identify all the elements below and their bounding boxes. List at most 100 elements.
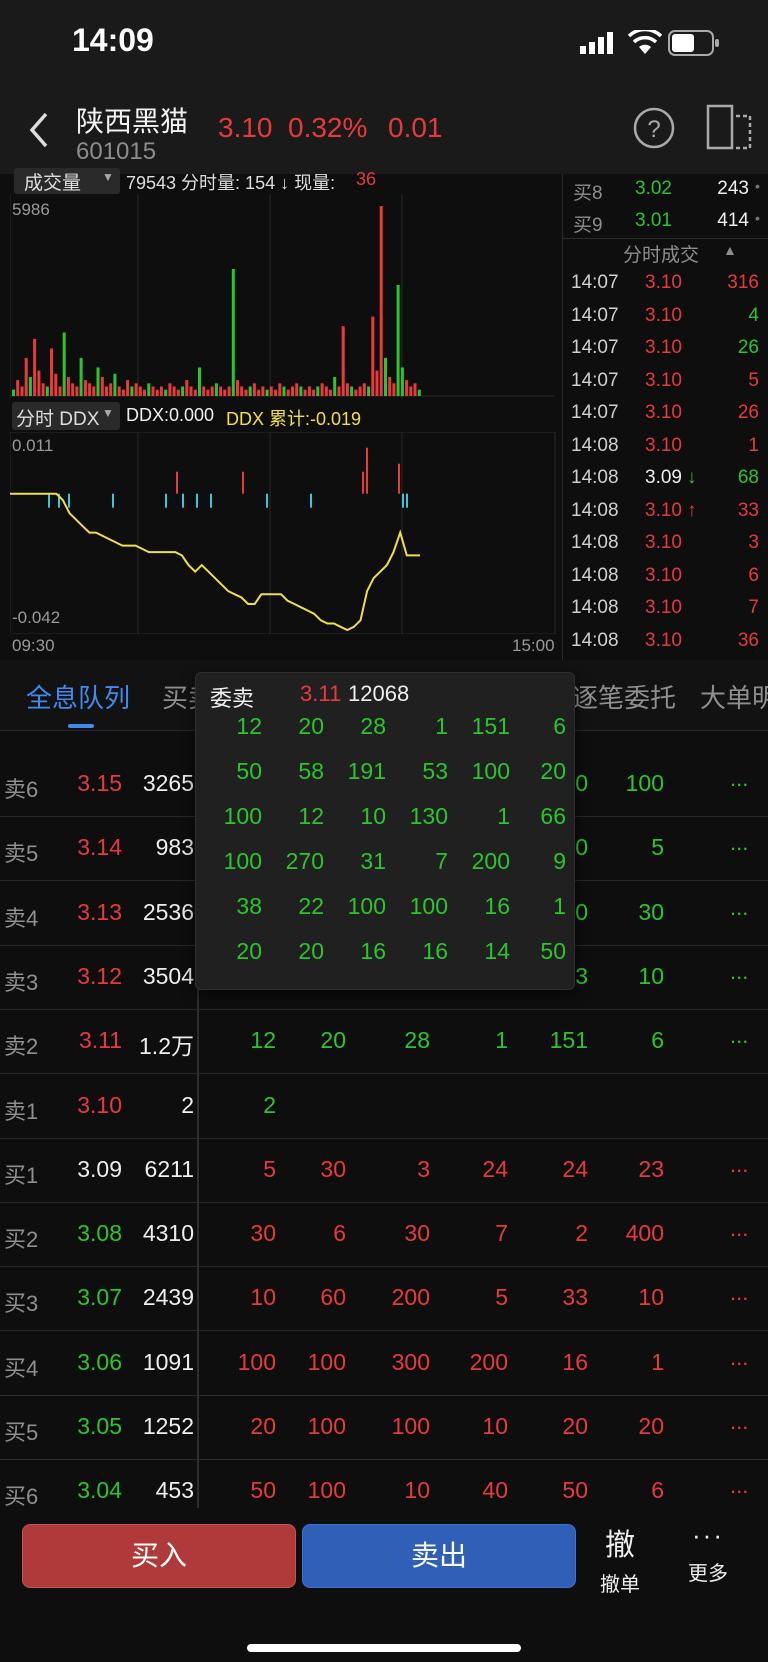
volume-bar: [41, 383, 45, 396]
volume-bar: [400, 367, 404, 396]
popup-order-size: 20: [298, 713, 324, 739]
popup-order-size: 6: [553, 713, 566, 739]
volume-info: 79543 分时量: 154 ↓ 现量:: [126, 173, 336, 193]
trade-time: 14:08: [571, 467, 619, 488]
queue-volume: 983: [155, 834, 194, 861]
cancel-order-button[interactable]: 撤 撤单: [590, 1520, 650, 1600]
popup-order-size: 50: [236, 758, 262, 784]
divider: [0, 1073, 768, 1075]
queue-order-size: 20: [562, 1413, 588, 1439]
volume-bar: [413, 383, 417, 396]
trade-time: 14:08: [571, 629, 619, 651]
popup-volume: 12068: [348, 681, 410, 706]
more-dots-icon[interactable]: ...: [730, 1345, 748, 1371]
queue-order-size: 12: [250, 1027, 276, 1054]
queue-order-size: 40: [482, 1477, 508, 1504]
tab-big-orders[interactable]: 大单明: [700, 678, 768, 715]
volume-bar: [291, 386, 294, 396]
volume-bar: [299, 386, 303, 396]
more-dots-icon[interactable]: ...: [730, 1280, 748, 1306]
help-icon[interactable]: ?: [632, 106, 676, 150]
ddx-bar: [176, 471, 178, 494]
more-dots-icon[interactable]: ...: [730, 1152, 748, 1178]
order-book-volume: 414: [717, 210, 749, 231]
trade-time: 14:08: [571, 564, 619, 586]
queue-order-size: 3: [417, 1155, 430, 1182]
queue-order-size: 28: [404, 1027, 430, 1054]
queue-level-label: 买6: [4, 1484, 39, 1510]
volume-bar: [219, 386, 223, 396]
volume-bar: [307, 386, 311, 396]
trade-price: 3.10: [645, 532, 682, 553]
queue-row[interactable]: 买2 3.08 4310 30 6 30 7 2 400...: [0, 1204, 768, 1268]
tab-full-queue[interactable]: 全息队列: [26, 678, 130, 715]
queue-row[interactable]: 卖2 3.11 1.2万 12 20 28 1 151 6...: [0, 1011, 768, 1075]
back-chevron-icon[interactable]: [24, 110, 54, 150]
queue-volume: 6211: [144, 1155, 194, 1182]
trade-volume: 33: [737, 499, 759, 521]
buy-button[interactable]: 买入: [22, 1524, 296, 1588]
queue-order-size: 10: [638, 962, 664, 989]
ddx-bar: [242, 471, 244, 494]
chart-area[interactable]: 成交量 ▼ 79543 分时量: 154 ↓ 现量: 36 5986 分时 DD…: [0, 168, 560, 660]
sell-queue-popup[interactable]: 委卖 3.11 12068 12 20 28 1 151 6 50 58 191 53 100 20 1…: [195, 672, 575, 990]
queue-row[interactable]: 买4 3.06 1091 100 100 300 200 16 1...: [0, 1333, 768, 1397]
ddx-indicator-select[interactable]: 分时 DDX ▼: [12, 402, 120, 430]
more-dots-icon[interactable]: ...: [730, 1409, 748, 1435]
queue-level-label: 买3: [4, 1291, 39, 1317]
volume-bar: [37, 370, 41, 396]
sell-button[interactable]: 卖出: [302, 1524, 576, 1588]
more-dots-icon[interactable]: ...: [730, 1023, 748, 1049]
volume-bar: [384, 357, 387, 396]
queue-row[interactable]: 卖1 3.10 2 2: [0, 1076, 768, 1140]
queue-row[interactable]: 买5 3.05 1252 20 100 100 10 20 20...: [0, 1397, 768, 1461]
more-button[interactable]: ··· 更多: [678, 1520, 738, 1600]
more-dots-icon[interactable]: ...: [730, 766, 748, 792]
queue-order-size: 60: [320, 1284, 346, 1311]
more-dots-icon[interactable]: ...: [730, 895, 748, 921]
ddx-bar: [68, 493, 70, 508]
dropdown-caret-icon: ▼: [102, 406, 114, 420]
landscape-switch-icon[interactable]: [706, 104, 752, 152]
queue-order-size: 10: [638, 1284, 664, 1311]
queue-order-size: 5: [263, 1155, 276, 1182]
trade-volume: 3: [748, 532, 759, 553]
queue-volume: 3504: [142, 962, 194, 989]
popup-price: 3.11: [300, 681, 342, 706]
queue-row[interactable]: 买3 3.07 2439 10 60 200 5 33 10...: [0, 1268, 768, 1332]
volume-bar: [392, 383, 396, 396]
more-dots-icon[interactable]: ...: [730, 959, 748, 985]
popup-title: 委卖: [210, 686, 255, 711]
queue-order-size: 10: [482, 1413, 508, 1439]
more-dots-icon[interactable]: ...: [730, 830, 748, 856]
trade-time: 14:08: [571, 597, 619, 618]
more-dots-icon[interactable]: ...: [730, 1473, 748, 1499]
volume-bar: [189, 386, 193, 396]
collapse-up-icon[interactable]: ▲: [723, 242, 737, 258]
stock-name: 陕西黑猫: [76, 106, 189, 137]
tab-order-by-order[interactable]: 逐笔委托: [572, 678, 676, 715]
popup-order-size: 100: [223, 848, 262, 874]
trades-header: 分时成交: [623, 245, 700, 266]
queue-order-size: 33: [562, 1284, 588, 1311]
popup-order-size: 151: [471, 713, 510, 739]
volume-bar: [143, 389, 146, 396]
popup-order-size: 22: [298, 893, 324, 919]
queue-order-size: 200: [469, 1348, 508, 1375]
queue-order-size: 20: [320, 1027, 346, 1054]
volume-bar: [159, 386, 163, 396]
stock-change-pct: 0.32%: [288, 112, 368, 143]
queue-order-size: 200: [391, 1284, 430, 1311]
stock-code: 601015: [76, 138, 157, 165]
volume-bar: [109, 383, 113, 396]
volume-bar: [16, 380, 20, 396]
ddx-bar: [310, 493, 312, 508]
battery-icon: [668, 30, 719, 56]
queue-price: 3.15: [77, 770, 122, 796]
popup-order-size: 58: [298, 758, 324, 784]
home-indicator: [247, 1644, 521, 1652]
volume-indicator-select[interactable]: 成交量 ▼: [14, 168, 120, 194]
more-dots-icon[interactable]: ...: [730, 1216, 748, 1242]
queue-row[interactable]: 买1 3.09 6211 5 30 3 24 24 23...: [0, 1140, 768, 1204]
volume-bar: [333, 377, 337, 396]
